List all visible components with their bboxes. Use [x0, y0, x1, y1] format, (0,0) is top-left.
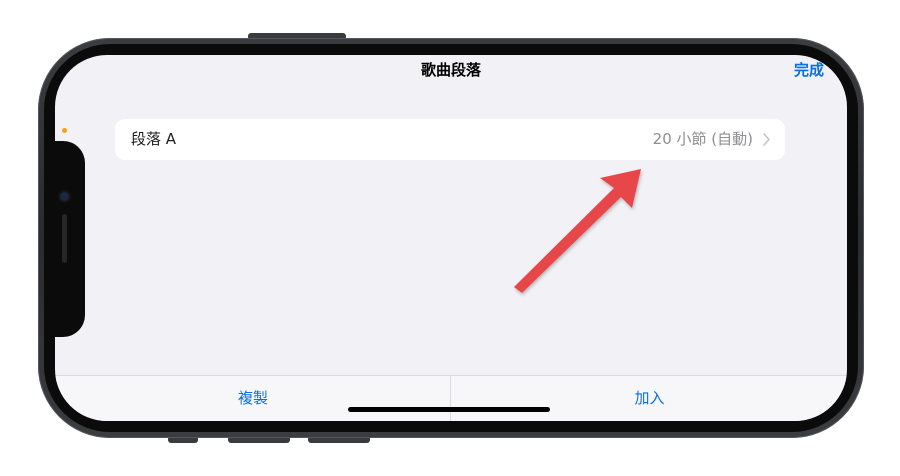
- camera-icon: [60, 192, 69, 201]
- stage: 歌曲段落 完成 段落 A 20 小節 (自動) 複製 加入: [0, 0, 900, 476]
- section-row-detail: 20 小節 (自動): [652, 130, 753, 148]
- add-button[interactable]: 加入: [452, 376, 847, 420]
- section-row-a[interactable]: 段落 A 20 小節 (自動): [115, 119, 785, 160]
- speaker-grille: [62, 214, 67, 263]
- chevron-right-icon: [763, 133, 770, 146]
- page-title: 歌曲段落: [420, 61, 481, 79]
- privacy-indicator-dot: [62, 128, 67, 133]
- section-row-label: 段落 A: [131, 130, 177, 148]
- bottom-toolbar: 複製 加入: [55, 375, 847, 421]
- phone-frame: 歌曲段落 完成 段落 A 20 小節 (自動) 複製 加入: [38, 38, 864, 438]
- done-button[interactable]: 完成: [794, 59, 824, 81]
- red-arrow-icon: [514, 169, 641, 293]
- copy-button[interactable]: 複製: [55, 376, 451, 420]
- screen: 歌曲段落 完成 段落 A 20 小節 (自動) 複製 加入: [55, 55, 847, 421]
- home-indicator[interactable]: [348, 407, 550, 412]
- notch: [55, 141, 85, 337]
- toolbar-divider: [450, 376, 451, 421]
